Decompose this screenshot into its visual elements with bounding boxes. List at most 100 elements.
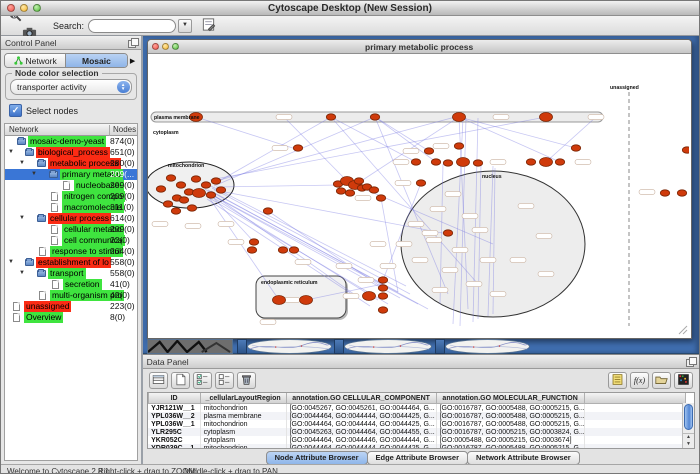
unselect-attributes-button[interactable]	[215, 372, 234, 389]
network-node[interactable]	[299, 296, 312, 305]
network-node[interactable]	[378, 285, 387, 291]
tree-row-mosaic-demo-yeast[interactable]: mosaic-demo-yeast874(0)	[5, 136, 137, 147]
table-row[interactable]: YPL036W__1mitochondrion[GO:0044464, GO:0…	[148, 420, 685, 428]
network-node[interactable]	[263, 208, 272, 214]
minimized-window-button[interactable]	[435, 339, 445, 354]
network-node[interactable]	[201, 182, 210, 188]
table-row[interactable]: YPL036W__2plasma membrane[GO:0044464, GO…	[148, 412, 685, 420]
tree-row-primary-metabo[interactable]: ▼primary metabo209(...	[5, 169, 137, 180]
network-node[interactable]	[156, 186, 165, 192]
network-node[interactable]	[416, 180, 425, 186]
new-attribute-button[interactable]	[171, 372, 190, 389]
network-node[interactable]	[187, 205, 196, 211]
network-node[interactable]	[278, 247, 287, 253]
tree-row-cellular-metabo[interactable]: cellular metabo209(0)	[5, 224, 137, 235]
expand-arrow-icon[interactable]: ▼	[31, 171, 37, 178]
tree-row-nitrogen-compo[interactable]: nitrogen compo209(0)	[5, 191, 137, 202]
minimized-window-thumbnail[interactable]	[344, 339, 432, 354]
network-node[interactable]	[376, 195, 385, 201]
network-node[interactable]	[336, 188, 345, 194]
delete-attribute-button[interactable]	[237, 372, 256, 389]
minimized-window-thumbnail[interactable]	[147, 339, 233, 354]
expand-arrow-icon[interactable]: ▼	[8, 259, 14, 266]
attribute-matrix-button[interactable]	[674, 372, 693, 389]
network-node[interactable]	[171, 208, 180, 214]
network-node[interactable]	[247, 247, 256, 253]
network-node[interactable]	[555, 159, 564, 165]
table-scrollbar[interactable]: ▲▼	[682, 403, 694, 448]
table-row[interactable]: YLR295Ccytoplasm[GO:0045263, GO:0044464,…	[148, 428, 685, 436]
network-node[interactable]	[454, 143, 463, 149]
node-color-dropdown[interactable]: transporter activity ▲▼	[10, 79, 132, 95]
table-column-header[interactable]: ID	[148, 393, 200, 404]
network-node[interactable]	[539, 113, 552, 122]
network-node[interactable]	[473, 160, 482, 166]
network-node[interactable]	[163, 201, 172, 207]
network-node[interactable]	[362, 292, 375, 301]
import-attributes-button[interactable]	[652, 372, 671, 389]
network-node[interactable]	[424, 148, 433, 154]
select-attributes-button[interactable]	[193, 372, 212, 389]
network-node[interactable]	[166, 175, 175, 181]
table-column-header[interactable]: annotation.GO MOLECULAR_FUNCTION	[436, 393, 584, 404]
network-node[interactable]	[682, 147, 689, 153]
network-node[interactable]	[378, 277, 387, 283]
network-node[interactable]	[660, 190, 669, 196]
tree-row-secretion[interactable]: secretion41(0)	[5, 279, 137, 290]
attribute-report-button[interactable]	[608, 372, 627, 389]
network-node[interactable]	[293, 145, 302, 151]
minimized-window-button[interactable]	[334, 339, 344, 354]
table-column-header[interactable]: annotation.GO CELLULAR_COMPONENT	[286, 393, 436, 404]
expand-arrow-icon[interactable]: ▼	[19, 270, 25, 277]
attribute-table-button[interactable]	[149, 372, 168, 389]
minimized-window-thumbnail[interactable]	[247, 339, 332, 354]
expand-arrow-icon[interactable]: ▼	[19, 160, 25, 167]
network-node[interactable]	[539, 158, 552, 167]
minimized-window-button[interactable]	[237, 339, 247, 354]
float-panel-icon[interactable]	[128, 38, 137, 47]
tree-row-cellular-process[interactable]: ▼cellular process614(0)	[5, 213, 137, 224]
tree-row-establishment-of-lo[interactable]: ▼establishment of lo558(0)	[5, 257, 137, 268]
network-node[interactable]	[452, 113, 465, 122]
network-node[interactable]	[411, 159, 420, 165]
network-node[interactable]	[370, 114, 379, 120]
network-node[interactable]	[354, 178, 363, 184]
search-dropdown-arrow-icon[interactable]: ▼	[178, 19, 192, 33]
tab-overflow-arrow-icon[interactable]: ▶	[128, 57, 138, 65]
table-row[interactable]: YJR121W__1mitochondrion[GO:0045267, GO:0…	[148, 404, 685, 413]
network-node[interactable]	[211, 178, 220, 184]
network-graph[interactable]: plasma membranecytoplasmmitochondrionnuc…	[148, 54, 689, 336]
tab-network[interactable]: Network	[5, 54, 65, 67]
search-config-button[interactable]	[198, 17, 218, 34]
scrollbar-thumb[interactable]	[684, 404, 693, 430]
network-node[interactable]	[378, 307, 387, 313]
network-node[interactable]	[216, 187, 225, 193]
tree-row-macromolecule[interactable]: macromolecule311(0)	[5, 202, 137, 213]
tree-row-transport[interactable]: ▼transport558(0)	[5, 268, 137, 279]
network-node[interactable]	[378, 293, 387, 299]
network-node[interactable]	[526, 159, 535, 165]
tab-mosaic[interactable]: Mosaic	[66, 54, 126, 67]
network-node[interactable]	[456, 158, 469, 167]
network-node[interactable]	[345, 190, 354, 196]
network-node[interactable]	[289, 247, 298, 253]
tree-row-cell-communica[interactable]: cell communica22(0)	[5, 235, 137, 246]
float-panel-icon[interactable]	[686, 357, 695, 366]
network-node[interactable]	[431, 159, 440, 165]
scrollbar-arrows[interactable]: ▲▼	[683, 433, 694, 448]
select-nodes-checkbox[interactable]: ✓	[9, 104, 22, 117]
tree-row-metabolic-process[interactable]: ▼metabolic process280(0)	[5, 158, 137, 169]
tree-row-multi-organism-pro[interactable]: multi-organism pro42(0)	[5, 290, 137, 301]
network-node[interactable]	[677, 190, 686, 196]
tab-node-attribute-browser[interactable]: Node Attribute Browser	[266, 451, 368, 465]
network-node[interactable]	[191, 176, 200, 182]
network-node[interactable]	[176, 182, 185, 188]
network-node[interactable]	[272, 296, 285, 305]
network-node[interactable]	[206, 192, 215, 198]
expand-arrow-icon[interactable]: ▼	[19, 215, 25, 222]
tree-row-response-to-stimul[interactable]: response to stimul264(0)	[5, 246, 137, 257]
function-builder-button[interactable]: f(x)	[630, 372, 649, 389]
network-node[interactable]	[179, 197, 188, 203]
expand-arrow-icon[interactable]: ▼	[8, 149, 14, 156]
tab-edge-attribute-browser[interactable]: Edge Attribute Browser	[367, 451, 468, 465]
